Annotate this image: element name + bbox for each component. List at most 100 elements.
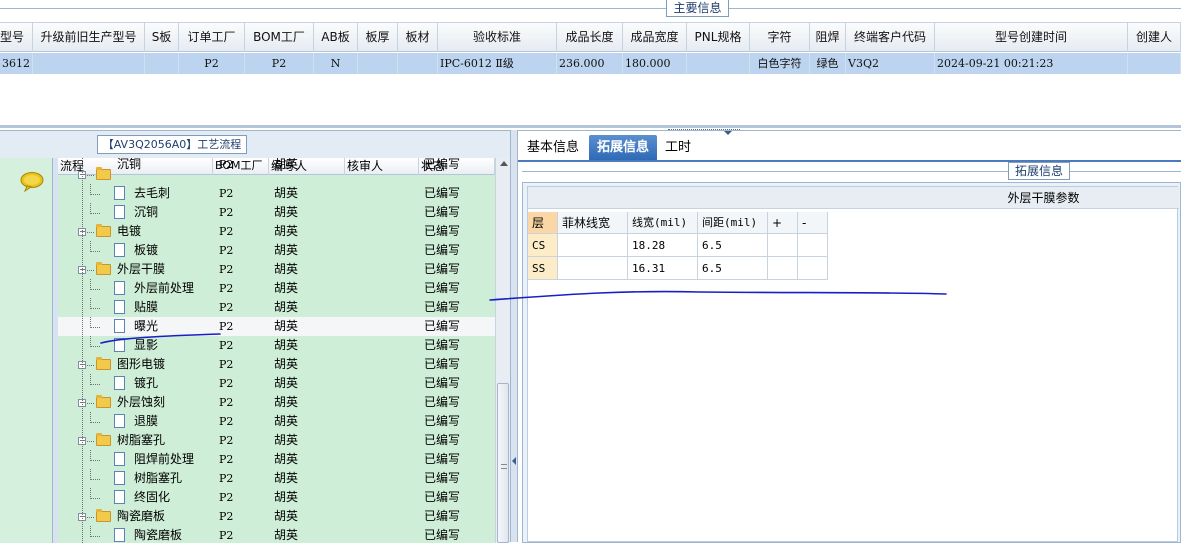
tree-row-writer: 胡英 (274, 376, 299, 390)
tree-row[interactable]: 树脂塞孔 P2 胡英 已编写 (58, 469, 495, 488)
tree-row-writer: 胡英 (274, 158, 299, 171)
cell-character[interactable]: 白色字符 (750, 53, 810, 74)
tree-row-writer: 胡英 (274, 452, 299, 466)
col-header-ab-board[interactable]: AB板 (314, 23, 358, 52)
cell-s-board[interactable] (145, 53, 179, 74)
col-header-bom-factory[interactable]: BOM工厂 (245, 23, 314, 52)
tree-row-status: 已编写 (424, 528, 461, 542)
cell-solder-mask[interactable]: 绿色 (810, 53, 846, 74)
cell-width[interactable]: 180.000 (623, 53, 687, 74)
param-cell-layer[interactable]: SS (528, 257, 558, 280)
cell-thickness[interactable] (358, 53, 398, 74)
cell-customer-code[interactable]: V3Q2 (846, 53, 935, 74)
tree-row-name: 陶瓷磨板 (117, 509, 166, 523)
collapse-left-arrow-icon[interactable] (512, 457, 516, 465)
vertical-splitter[interactable] (510, 130, 518, 542)
tree-row-status: 已编写 (424, 224, 461, 238)
col-header-old-model[interactable]: 升级前旧生产型号 (33, 23, 145, 52)
cell-material[interactable] (398, 53, 438, 74)
tree-row[interactable]: 去毛刺 P2 胡英 已编写 (58, 184, 495, 203)
tree-row[interactable]: − 外层蚀刻 P2 胡英 已编写 (58, 393, 495, 412)
document-icon (114, 452, 125, 466)
tree-row[interactable]: − 图形电镀 P2 胡英 已编写 (58, 355, 495, 374)
tree-row-name: 图形电镀 (117, 357, 166, 371)
scroll-up-arrow-icon[interactable] (500, 161, 508, 166)
col-header-customer-code[interactable]: 终端客户代码 (846, 23, 935, 52)
tree-row[interactable]: − 沉铜 P2 胡英 已编写 (58, 158, 495, 184)
tree-trunk-line (82, 158, 83, 543)
scrollbar-thumb[interactable] (497, 383, 509, 543)
param-cell-film-width[interactable] (558, 234, 628, 257)
cell-bom-factory[interactable]: P2 (245, 53, 314, 74)
col-header-width[interactable]: 成品宽度 (623, 23, 687, 52)
param-cell-film-width[interactable] (558, 257, 628, 280)
tree-row[interactable]: 陶瓷磨板 P2 胡英 已编写 (58, 526, 495, 543)
col-header-material[interactable]: 板材 (398, 23, 438, 52)
tree-row[interactable]: 沉铜 P2 胡英 已编写 (58, 203, 495, 222)
param-cell-plus[interactable] (768, 234, 798, 257)
param-cell-plus[interactable] (768, 257, 798, 280)
tree-row[interactable]: 曝光 P2 胡英 已编写 (58, 317, 495, 336)
col-header-pnl-spec[interactable]: PNL规格 (687, 23, 750, 52)
param-cell-spacing[interactable]: 6.5 (698, 257, 768, 280)
param-cell-minus[interactable] (798, 257, 828, 280)
col-header-character[interactable]: 字符 (750, 23, 810, 52)
param-col-plus[interactable]: + (768, 212, 798, 234)
tree-row[interactable]: 镀孔 P2 胡英 已编写 (58, 374, 495, 393)
cell-old-model[interactable] (33, 53, 145, 74)
cell-order-factory[interactable]: P2 (179, 53, 245, 74)
param-cell-spacing[interactable]: 6.5 (698, 234, 768, 257)
tree-row[interactable]: 显影 P2 胡英 已编写 (58, 336, 495, 355)
main-grid-row-selected[interactable]: 3612 P2 P2 N IPC-6012 Ⅱ级 236.000 180.000 白色字符 绿色… (0, 53, 1181, 74)
col-header-thickness[interactable]: 板厚 (358, 23, 398, 52)
process-tree-scrollbar[interactable] (495, 158, 510, 543)
col-header-created-time[interactable]: 型号创建时间 (935, 23, 1128, 52)
tree-row[interactable]: 板镀 P2 胡英 已编写 (58, 241, 495, 260)
tree-row[interactable]: − 外层干膜 P2 胡英 已编写 (58, 260, 495, 279)
comment-bubble-icon[interactable] (20, 172, 44, 192)
param-col-minus[interactable]: - (798, 212, 828, 234)
horizontal-splitter[interactable] (0, 125, 1181, 128)
tree-row[interactable]: 贴膜 P2 胡英 已编写 (58, 298, 495, 317)
tree-row[interactable]: 终固化 P2 胡英 已编写 (58, 488, 495, 507)
tree-row-writer: 胡英 (274, 490, 299, 504)
folder-icon (96, 357, 111, 370)
tree-row-bom: P2 (219, 510, 234, 523)
col-header-creator[interactable]: 创建人 (1128, 23, 1181, 52)
tree-row-name: 退膜 (134, 414, 159, 428)
tab-work-hours[interactable]: 工时 (660, 135, 696, 160)
tab-extended-info[interactable]: 拓展信息 (589, 135, 657, 160)
tab-basic-info[interactable]: 基本信息 (522, 135, 584, 160)
col-header-length[interactable]: 成品长度 (557, 23, 623, 52)
tree-row[interactable]: 外层前处理 P2 胡英 已编写 (58, 279, 495, 298)
tree-row[interactable]: − 电镀 P2 胡英 已编写 (58, 222, 495, 241)
param-cell-line-width[interactable]: 16.31 (628, 257, 698, 280)
process-title: 【AV3Q2056A0】工艺流程 (97, 135, 247, 154)
cell-acceptance-std[interactable]: IPC-6012 Ⅱ级 (438, 53, 557, 74)
param-cell-line-width[interactable]: 18.28 (628, 234, 698, 257)
tree-row[interactable]: − 陶瓷磨板 P2 胡英 已编写 (58, 507, 495, 526)
col-header-s-board[interactable]: S板 (145, 23, 179, 52)
cell-created-time[interactable]: 2024-09-21 00:21:23 (935, 53, 1128, 74)
tree-row-writer: 胡英 (274, 414, 299, 428)
tree-row-status: 已编写 (424, 158, 461, 171)
col-header-acceptance-std[interactable]: 验收标准 (438, 23, 557, 52)
tree-row-name: 显影 (134, 338, 159, 352)
param-cell-minus[interactable] (798, 234, 828, 257)
tree-row[interactable]: − 树脂塞孔 P2 胡英 已编写 (58, 431, 495, 450)
col-header-solder-mask[interactable]: 阻焊 (810, 23, 846, 52)
cell-ab-board[interactable]: N (314, 53, 358, 74)
extended-info-title: 拓展信息 (1008, 162, 1070, 180)
cell-pnl-spec[interactable] (687, 53, 750, 74)
tree-row[interactable]: 退膜 P2 胡英 已编写 (58, 412, 495, 431)
tree-row-status: 已编写 (424, 262, 461, 276)
col-header-order-factory[interactable]: 订单工厂 (179, 23, 245, 52)
col-header-model[interactable]: 型号 (0, 23, 33, 52)
folder-icon (96, 509, 111, 522)
cell-creator[interactable] (1128, 53, 1181, 74)
cell-length[interactable]: 236.000 (557, 53, 623, 74)
folder-icon (96, 395, 111, 408)
cell-model[interactable]: 3612 (0, 53, 33, 74)
tree-row[interactable]: 阻焊前处理 P2 胡英 已编写 (58, 450, 495, 469)
param-cell-layer[interactable]: CS (528, 234, 558, 257)
